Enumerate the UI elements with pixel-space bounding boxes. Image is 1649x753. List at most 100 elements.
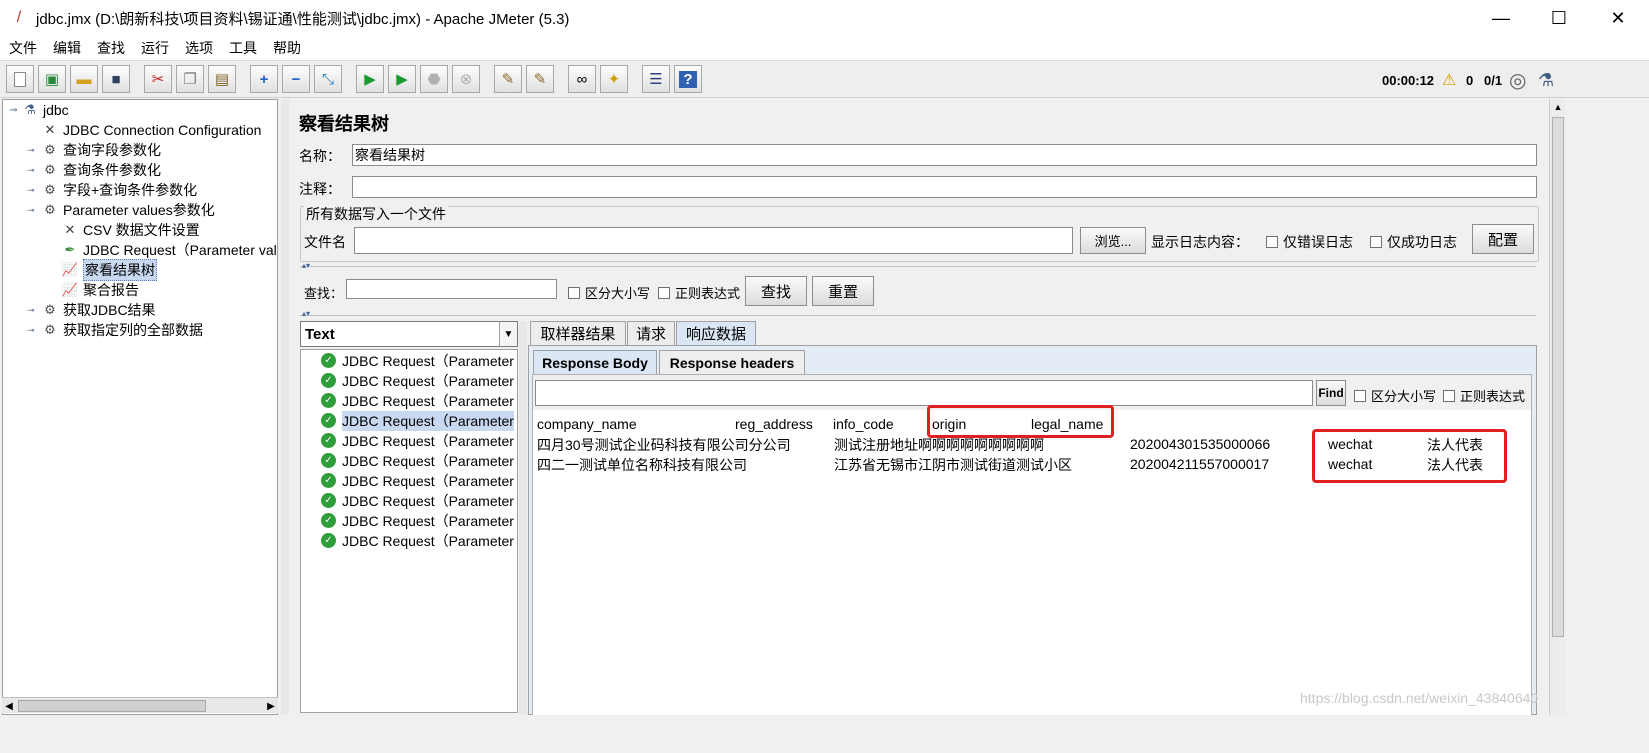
start-no-pause-icon[interactable]: ▶ bbox=[388, 65, 416, 93]
list-item[interactable]: ✓ JDBC Request（Parameter bbox=[321, 491, 514, 510]
list-item[interactable]: ✓ JDBC Request（Parameter bbox=[321, 371, 514, 390]
toggle-icon[interactable]: ⤡ bbox=[314, 65, 342, 93]
new-icon[interactable] bbox=[6, 65, 34, 93]
search-regex-checkbox[interactable]: 正则表达式 bbox=[658, 283, 740, 302]
tree-toggle-icon[interactable]: ⊸ bbox=[27, 305, 41, 316]
stop-icon[interactable]: ⬣ bbox=[420, 65, 448, 93]
shutdown-icon[interactable]: ⊗ bbox=[452, 65, 480, 93]
response-regex-checkbox[interactable]: 正则表达式 bbox=[1443, 386, 1525, 405]
right-vertical-scrollbar[interactable]: ▲ bbox=[1549, 99, 1565, 715]
checkbox-box[interactable] bbox=[568, 286, 580, 299]
tree-item-thread-group[interactable]: ⊸ ⚙ 获取JDBC结果 bbox=[27, 300, 156, 320]
reset-search-icon[interactable]: ✦ bbox=[600, 65, 628, 93]
filename-field[interactable] bbox=[354, 227, 1073, 254]
search-case-checkbox[interactable]: 区分大小写 bbox=[568, 283, 650, 302]
list-item[interactable]: ✓ JDBC Request（Parameter bbox=[321, 451, 514, 470]
results-splitter[interactable] bbox=[519, 321, 527, 715]
tree-toggle-icon[interactable]: ⊸ bbox=[27, 325, 41, 336]
tree-item-jdbc-connection[interactable]: ✕ JDBC Connection Configuration bbox=[41, 120, 262, 140]
expand-icon[interactable]: + bbox=[250, 65, 278, 93]
search-button[interactable]: 查找 bbox=[745, 276, 807, 306]
search-input[interactable] bbox=[346, 279, 557, 299]
tree-item-csv-config[interactable]: ✕ CSV 数据文件设置 bbox=[61, 220, 200, 240]
list-item[interactable]: ✓ JDBC Request（Parameter bbox=[321, 351, 514, 370]
errors-only-checkbox[interactable]: 仅错误日志 bbox=[1266, 232, 1353, 252]
tree-item-view-results-tree[interactable]: 📈 察看结果树 bbox=[61, 259, 157, 281]
checkbox-box[interactable] bbox=[1354, 389, 1366, 402]
cut-icon[interactable]: ✂ bbox=[144, 65, 172, 93]
tab-response-body[interactable]: Response Body bbox=[533, 350, 657, 374]
clear-icon[interactable]: ✎ bbox=[494, 65, 522, 93]
tree-item-thread-group[interactable]: ⊸ ⚙ Parameter values参数化 bbox=[27, 200, 215, 220]
tree-item-thread-group[interactable]: ⊸ ⚙ 查询条件参数化 bbox=[27, 160, 161, 180]
checkbox-box[interactable] bbox=[1370, 236, 1382, 248]
menu-edit[interactable]: 编辑 bbox=[53, 38, 81, 58]
menu-search[interactable]: 查找 bbox=[97, 38, 125, 58]
menu-tools[interactable]: 工具 bbox=[229, 38, 257, 58]
list-item-selected[interactable]: ✓ JDBC Request（Parameter bbox=[321, 410, 514, 431]
tree-item-jdbc-request[interactable]: ✒ JDBC Request（Parameter val bbox=[61, 240, 277, 260]
scroll-thumb[interactable] bbox=[18, 700, 206, 712]
tree-toggle-icon[interactable]: ⊸ bbox=[27, 185, 41, 196]
templates-icon[interactable]: ▣ bbox=[38, 65, 66, 93]
scroll-left-icon[interactable]: ◀ bbox=[2, 698, 16, 714]
response-case-checkbox[interactable]: 区分大小写 bbox=[1354, 386, 1436, 405]
reset-button[interactable]: 重置 bbox=[812, 276, 874, 306]
maximize-button[interactable]: ☐ bbox=[1531, 0, 1587, 36]
paste-icon[interactable]: ▤ bbox=[208, 65, 236, 93]
checkbox-box[interactable] bbox=[1443, 389, 1455, 402]
collapse-arrows-icon[interactable]: ▴▾ bbox=[302, 309, 310, 318]
collapse-icon[interactable]: − bbox=[282, 65, 310, 93]
scroll-thumb[interactable] bbox=[1552, 117, 1564, 637]
success-only-checkbox[interactable]: 仅成功日志 bbox=[1370, 232, 1457, 252]
tree-item-aggregate-report[interactable]: 📈 聚合报告 bbox=[61, 280, 139, 300]
tab-request[interactable]: 请求 bbox=[627, 321, 675, 345]
save-icon[interactable]: ■ bbox=[102, 65, 130, 93]
renderer-select[interactable]: Text ▼ bbox=[300, 321, 518, 347]
tab-response-headers[interactable]: Response headers bbox=[659, 350, 805, 374]
configure-button[interactable]: 配置 bbox=[1472, 224, 1534, 254]
help-icon[interactable]: ? bbox=[674, 65, 702, 93]
start-icon[interactable]: ▶ bbox=[356, 65, 384, 93]
menu-file[interactable]: 文件 bbox=[9, 38, 37, 58]
tree-item-thread-group[interactable]: ⊸ ⚙ 获取指定列的全部数据 bbox=[27, 320, 203, 340]
tree-item-thread-group[interactable]: ⊸ ⚙ 查询字段参数化 bbox=[27, 140, 161, 160]
menu-run[interactable]: 运行 bbox=[141, 38, 169, 58]
browse-button[interactable]: 浏览... bbox=[1080, 227, 1146, 254]
response-find-input[interactable] bbox=[535, 380, 1313, 406]
tree-toggle-icon[interactable]: ⊸ bbox=[9, 105, 21, 116]
clear-all-icon[interactable]: ✎ bbox=[526, 65, 554, 93]
scroll-up-icon[interactable]: ▲ bbox=[1550, 99, 1566, 115]
close-button[interactable]: ✕ bbox=[1590, 0, 1646, 36]
list-item[interactable]: ✓ JDBC Request（Parameter bbox=[321, 511, 514, 530]
tree-toggle-icon[interactable]: ⊸ bbox=[27, 205, 41, 216]
tree-item-thread-group[interactable]: ⊸ ⚙ 字段+查询条件参数化 bbox=[27, 180, 197, 200]
list-item[interactable]: ✓ JDBC Request（Parameter bbox=[321, 431, 514, 450]
chevron-down-icon[interactable]: ▼ bbox=[499, 322, 517, 346]
tab-response-data[interactable]: 响应数据 bbox=[676, 321, 756, 345]
response-find-button[interactable]: Find bbox=[1316, 380, 1346, 406]
collapse-arrows-icon[interactable]: ▴▾ bbox=[302, 261, 310, 270]
list-item[interactable]: ✓ JDBC Request（Parameter bbox=[321, 471, 514, 490]
checkbox-box[interactable] bbox=[1266, 236, 1278, 248]
tab-sampler-result[interactable]: 取样器结果 bbox=[530, 321, 626, 345]
list-item[interactable]: ✓ JDBC Request（Parameter bbox=[321, 531, 514, 550]
tree-toggle-icon[interactable]: ⊸ bbox=[27, 145, 41, 156]
open-icon[interactable]: ▬ bbox=[70, 65, 98, 93]
minimize-button[interactable]: — bbox=[1473, 0, 1529, 36]
scroll-right-icon[interactable]: ▶ bbox=[264, 698, 278, 714]
search-binoculars-icon[interactable]: ∞ bbox=[568, 65, 596, 93]
comment-field[interactable] bbox=[352, 176, 1537, 198]
warning-icon[interactable]: ⚠ bbox=[1442, 61, 1456, 99]
menu-options[interactable]: 选项 bbox=[185, 38, 213, 58]
checkbox-box[interactable] bbox=[658, 286, 670, 299]
tree-item-test-plan[interactable]: ⊸ ⚗ jdbc bbox=[9, 100, 69, 120]
main-splitter[interactable] bbox=[281, 99, 289, 715]
copy-icon[interactable]: ❐ bbox=[176, 65, 204, 93]
tree-horizontal-scrollbar[interactable]: ◀ ▶ bbox=[2, 697, 278, 713]
tree-toggle-icon[interactable]: ⊸ bbox=[27, 165, 41, 176]
function-helper-icon[interactable]: ☰ bbox=[642, 65, 670, 93]
name-field[interactable]: 察看结果树 bbox=[352, 144, 1537, 166]
menu-help[interactable]: 帮助 bbox=[273, 38, 301, 58]
list-item[interactable]: ✓ JDBC Request（Parameter bbox=[321, 391, 514, 410]
